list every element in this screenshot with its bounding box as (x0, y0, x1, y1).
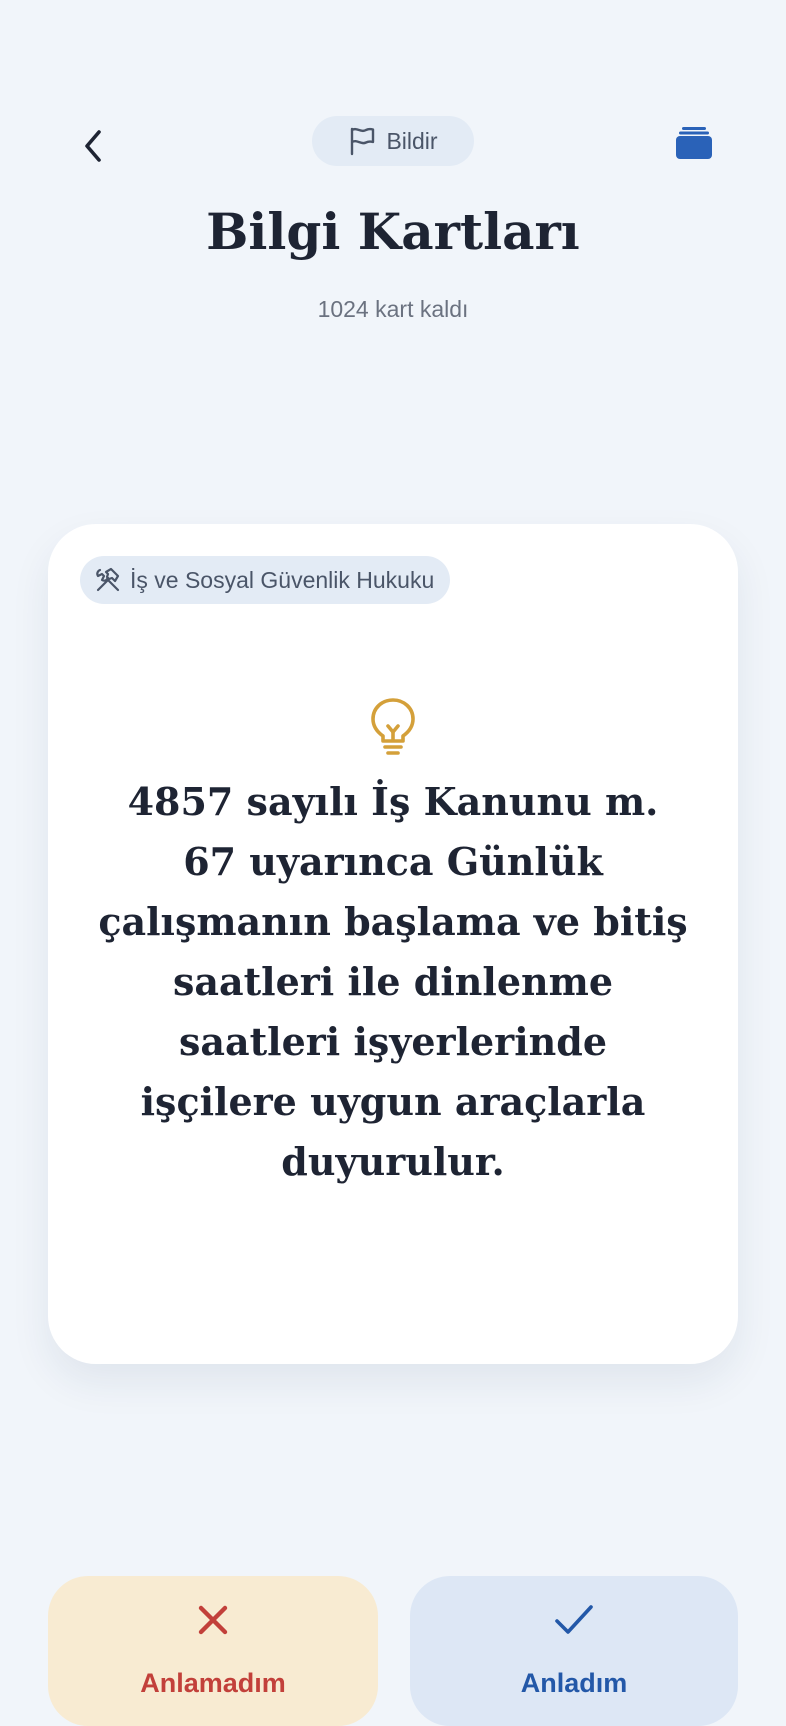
back-button[interactable] (62, 116, 122, 176)
report-button[interactable]: Bildir (312, 116, 474, 166)
flash-card[interactable]: İş ve Sosyal Güvenlik Hukuku 4857 sayılı… (48, 524, 738, 1364)
page-title: Bilgi Kartları (206, 202, 580, 261)
not-understood-label: Anlamadım (140, 1668, 286, 1698)
chevron-left-icon (85, 130, 101, 162)
card-stack-icon (676, 127, 712, 159)
understood-label: Anladım (520, 1668, 628, 1698)
report-label: Bildir (386, 127, 438, 154)
remaining-count: 1024 kart kaldı (317, 296, 469, 322)
flag-icon (351, 127, 375, 156)
hammer-wrench-icon (96, 567, 120, 592)
checkmark-icon (555, 1605, 593, 1634)
category-label: İş ve Sosyal Güvenlik Hukuku (130, 566, 435, 593)
category-badge: İş ve Sosyal Güvenlik Hukuku (80, 556, 451, 604)
card-fact-text: 4857 sayılı İş Kanunu m. 67 uyarınca Gün… (98, 779, 688, 1184)
deck-button[interactable] (666, 116, 722, 170)
x-mark-icon (198, 1605, 228, 1635)
lightbulb-icon (371, 698, 415, 755)
